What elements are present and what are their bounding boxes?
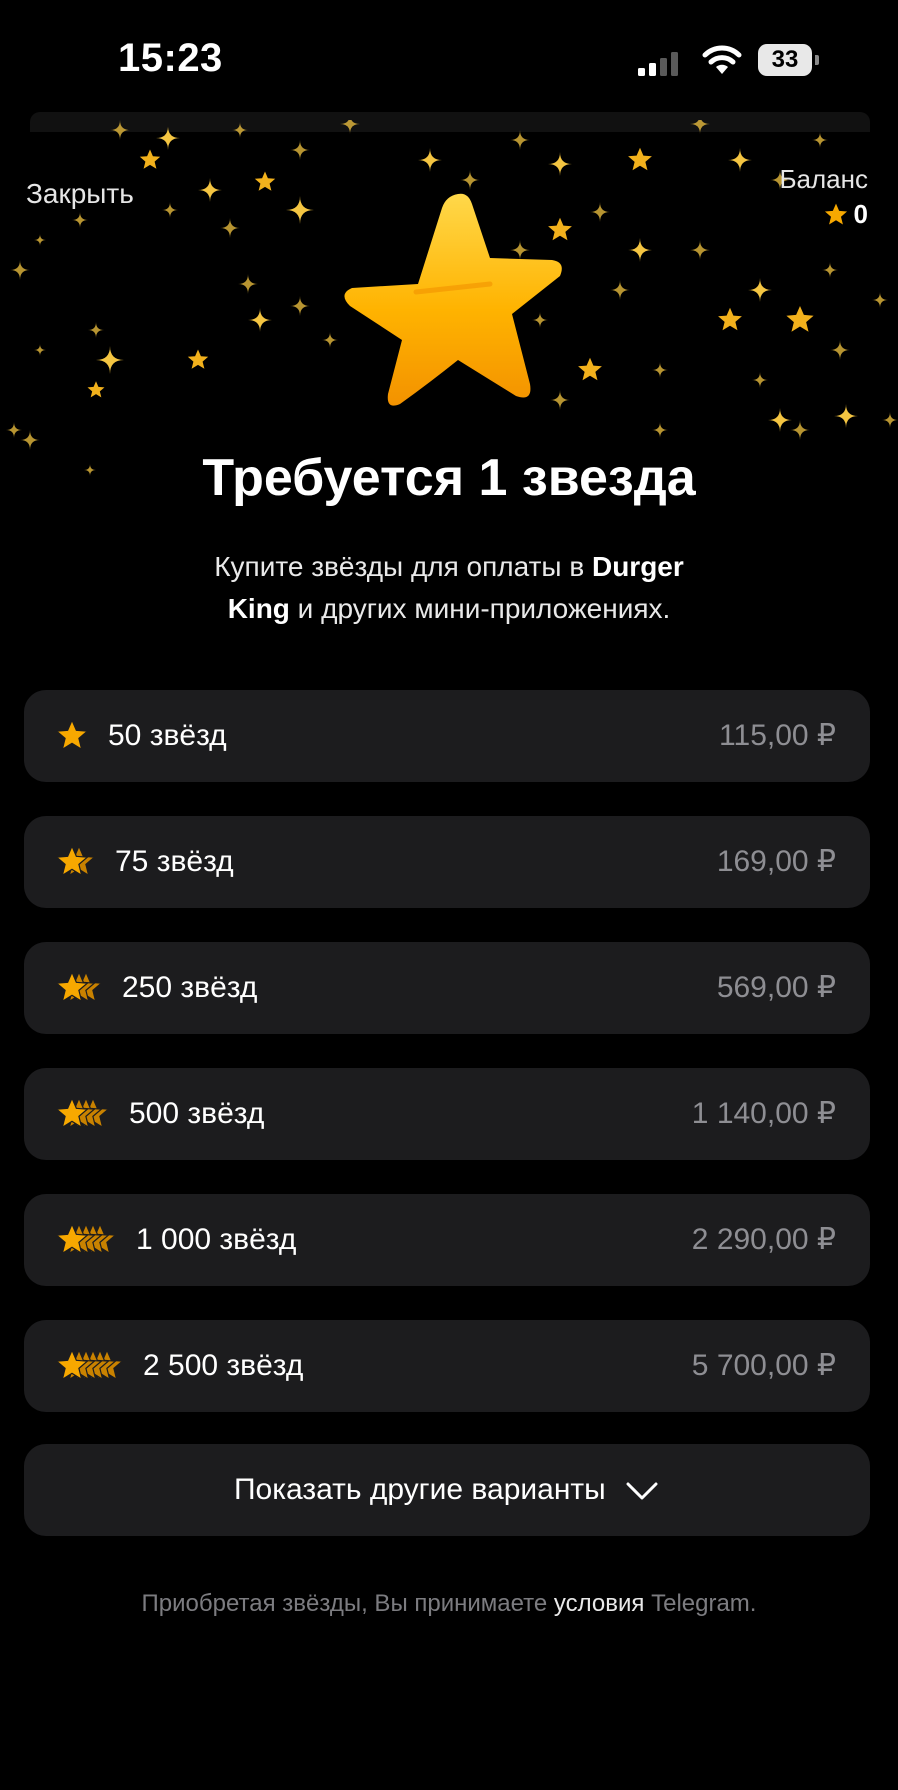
terms-text: Приобретая звёзды, Вы принимаете (141, 1590, 554, 1617)
terms-footer: Приобретая звёзды, Вы принимаете условия… (0, 1590, 898, 1618)
star-options-list: 50 звёзд 115,00 ₽ 75 звёзд 169,00 ₽ 250 звёз… (24, 690, 870, 1446)
star-option-price: 115,00 ₽ (719, 719, 836, 752)
star-option-label: 1 000 звёзд (136, 1223, 297, 1256)
page-subtitle: Купите звёзды для оплаты в Durger King и… (130, 546, 768, 630)
stars-stack-icon (55, 970, 103, 1003)
terms-text-end: Telegram. (644, 1590, 757, 1617)
balance-label: Баланс (779, 164, 868, 194)
subtitle-text: Купите звёзды для оплаты в (214, 551, 592, 582)
star-option-row[interactable]: 50 звёзд 115,00 ₽ (24, 690, 870, 782)
balance-star-icon (824, 203, 847, 225)
stars-stack-icon (55, 844, 96, 877)
stars-purchase-screen: 15:23 33 Закрыть Баланс 0 Требуется 1 зв… (0, 0, 898, 1790)
subtitle-text-2: и других мини-приложениях. (289, 593, 671, 624)
star-option-row[interactable]: 500 звёзд 1 140,00 ₽ (24, 1068, 870, 1160)
subtitle-bot-name: Durger (591, 551, 684, 582)
status-bar: 15:23 33 (0, 0, 898, 110)
star-option-label: 250 звёзд (122, 971, 258, 1004)
star-option-label: 50 звёзд (108, 719, 227, 752)
star-option-label: 75 звёзд (115, 845, 234, 878)
star-option-price: 5 700,00 ₽ (691, 1349, 836, 1382)
star-option-price: 1 140,00 ₽ (691, 1097, 836, 1130)
page-title: Требуется 1 звезда (202, 449, 696, 507)
stars-stack-icon (55, 1348, 124, 1381)
subtitle-bot-name-2: King (227, 593, 290, 624)
terms-link[interactable]: условия (554, 1590, 645, 1617)
stars-stack-icon (55, 1096, 110, 1129)
hero-star-icon (344, 193, 562, 406)
status-time: 15:23 (118, 36, 223, 80)
show-more-options-button[interactable]: Показать другие варианты (24, 1444, 870, 1536)
star-option-price: 569,00 ₽ (716, 971, 836, 1004)
star-option-row[interactable]: 75 звёзд 169,00 ₽ (24, 816, 870, 908)
star-option-label: 500 звёзд (129, 1097, 265, 1130)
battery-icon: 33 (758, 44, 820, 76)
star-option-row[interactable]: 250 звёзд 569,00 ₽ (24, 942, 870, 1034)
star-option-row[interactable]: 2 500 звёзд 5 700,00 ₽ (24, 1320, 870, 1412)
stars-stack-icon (55, 1222, 117, 1255)
battery-level: 33 (771, 46, 799, 73)
balance-value: 0 (853, 199, 868, 229)
star-option-price: 169,00 ₽ (716, 845, 836, 878)
cellular-signal-icon (638, 52, 678, 76)
chevron-down-icon (626, 1482, 658, 1500)
close-button[interactable]: Закрыть (26, 178, 134, 210)
wifi-icon (702, 45, 742, 74)
star-option-label: 2 500 звёзд (143, 1349, 304, 1382)
balance: Баланс 0 (779, 164, 868, 230)
star-option-row[interactable]: 1 000 звёзд 2 290,00 ₽ (24, 1194, 870, 1286)
stars-stack-icon (55, 718, 89, 751)
show-more-label: Показать другие варианты (233, 1473, 606, 1506)
star-option-price: 2 290,00 ₽ (691, 1223, 836, 1256)
